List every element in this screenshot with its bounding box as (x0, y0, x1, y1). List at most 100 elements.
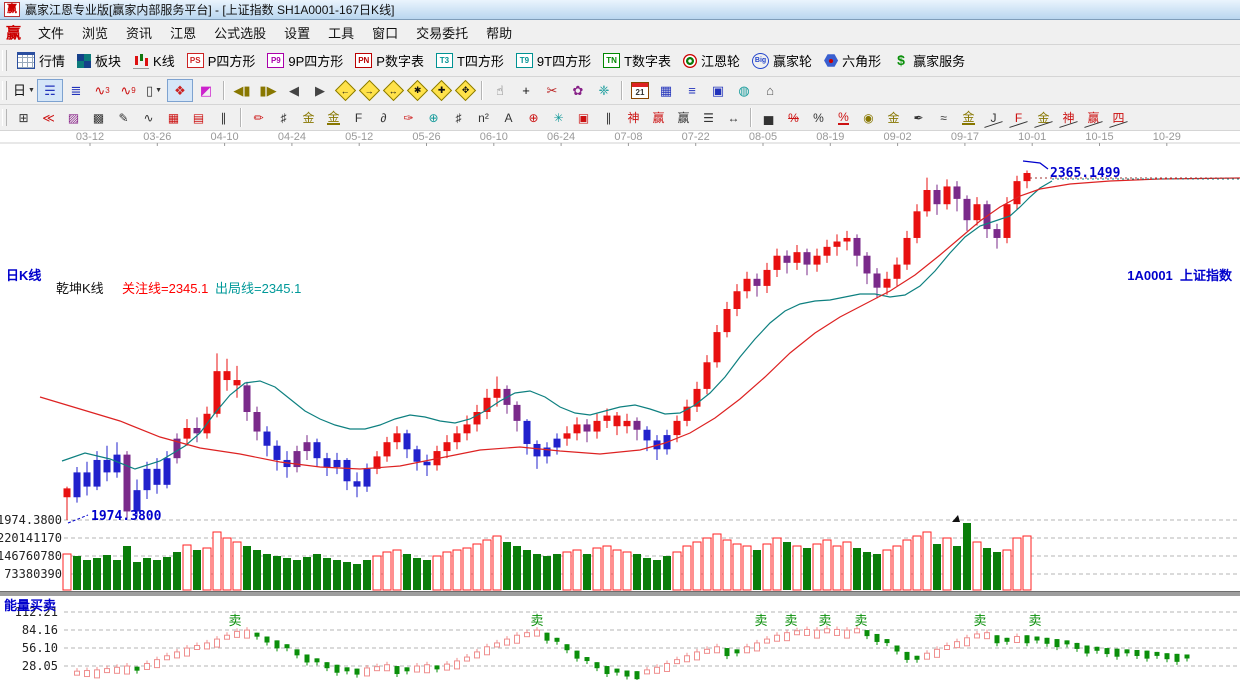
tool-tree-tool[interactable]: ✿ (565, 79, 591, 102)
toolbar-button-sectors[interactable]: 板块 (71, 48, 127, 73)
tool-box-tool[interactable]: ⊞ (11, 107, 36, 128)
tool-grid-purple[interactable]: ▨ (61, 107, 86, 128)
tool-gold-lines-2[interactable]: 金 (321, 107, 346, 128)
tool-pen-marks[interactable]: ✑ (396, 107, 421, 128)
tool-candle-type[interactable]: ▯ ▼ (141, 79, 167, 102)
toolbar-button-p-square[interactable]: PS P四方形 (181, 48, 262, 73)
pane-divider[interactable] (0, 591, 1240, 596)
tool-angle-j[interactable]: J (981, 107, 1006, 128)
toolbar-button-winner-wheel[interactable]: Big 赢家轮 (746, 48, 818, 73)
tool-pencil-line[interactable]: ✎ (111, 107, 136, 128)
tool-period-day[interactable]: 日 ▼ (11, 79, 37, 102)
tool-save[interactable]: ▣ (705, 79, 731, 102)
tool-pen-red[interactable]: ✏ (246, 107, 271, 128)
tool-shift-left[interactable]: ← (333, 79, 357, 102)
tool-pen-flag[interactable]: ✒ (906, 107, 931, 128)
tool-wave-9[interactable]: ∿ 9 (115, 79, 141, 102)
tool-remote[interactable]: ⌂ (757, 79, 783, 102)
tool-angle-gold[interactable]: 金 (1031, 107, 1056, 128)
toolbar-button-t-number-table[interactable]: TN T数字表 (597, 48, 677, 73)
tool-grid-red-2[interactable]: ▤ (186, 107, 211, 128)
tool-cut-tool[interactable]: ✂ (539, 79, 565, 102)
tool-angle-f[interactable]: F (1006, 107, 1031, 128)
tool-next[interactable]: ▶ (307, 79, 333, 102)
tool-chart-style[interactable]: ☴ (37, 79, 63, 102)
tool-percent-ul[interactable]: % (831, 107, 856, 128)
tool-qiankun-kline[interactable]: ❖ (167, 79, 193, 102)
tool-span-tool[interactable]: ↔ (721, 107, 746, 128)
tool-grid-red-1[interactable]: ▦ (161, 107, 186, 128)
tool-info-panel[interactable]: ≣ (63, 79, 89, 102)
tool-gold-line[interactable]: 金 (881, 107, 906, 128)
toolbar-button-9t-square[interactable]: T9 9T四方形 (510, 48, 597, 73)
tool-spiral[interactable]: ∂ (371, 107, 396, 128)
tool-last-page[interactable]: ▮▶ (255, 79, 281, 102)
tool-web-star[interactable]: ✳ (546, 107, 571, 128)
tool-angle-shen[interactable]: 神 (1056, 107, 1081, 128)
menu-item-0[interactable]: 文件 (29, 24, 73, 43)
tool-wave-3[interactable]: ∿ 3 (89, 79, 115, 102)
menu-item-2[interactable]: 资讯 (117, 24, 161, 43)
menu-item-5[interactable]: 设置 (275, 24, 319, 43)
tool-hash-lines[interactable]: ♯ (271, 107, 296, 128)
tool-compress-horizontal[interactable]: ✱ (405, 79, 429, 102)
tool-expand-horizontal[interactable]: ↔ (381, 79, 405, 102)
toolbar-button-winner-service[interactable]: $ 赢家服务 (887, 48, 971, 73)
tool-crosshair-tool[interactable]: + (513, 79, 539, 102)
tool-gold-circle[interactable]: ◉ (856, 107, 881, 128)
tool-ying-tool-2[interactable]: 赢 (671, 107, 696, 128)
tool-gold-ul[interactable]: 金 (956, 107, 981, 128)
tool-hand-tool[interactable]: ☝ (487, 79, 513, 102)
chart-region[interactable]: 03-12 03-26 04-10 04-24 05-12 05-26 06-10 06-24… (0, 131, 1240, 680)
tool-tick-marks[interactable]: ∥ (596, 107, 621, 128)
tool-circle-teal[interactable]: ⊕ (421, 107, 446, 128)
tool-notes[interactable]: ≡ (679, 79, 705, 102)
tool-grid-dark[interactable]: ▩ (86, 107, 111, 128)
menu-item-1[interactable]: 浏览 (73, 24, 117, 43)
navigation-toolbar: 日 ▼ ☴ ≣ ∿ 3 ∿ 9 ▯ ▼ ❖ ◩ ◀▮ ▮▶ ◀ ▶ ← → ↔ ✱ ✚ ✥ ☝ + ✂ ✿ ❈ 21 ▦ ≡ ▣ ◍ ⌂ (0, 77, 1240, 105)
toolbar-button-t-square[interactable]: T3 T四方形 (430, 48, 510, 73)
tool-wave-grid[interactable]: ≈ (931, 107, 956, 128)
tool-gold-lines[interactable]: 金 (296, 107, 321, 128)
tool-n-squared[interactable]: n² (471, 107, 496, 128)
tool-grid-circle[interactable]: ▣ (571, 107, 596, 128)
toolbar-button-hexagon[interactable]: 六角形 (818, 48, 887, 73)
toolbar-button-gann-wheel[interactable]: 江恩轮 (677, 48, 746, 73)
tool-first-page[interactable]: ◀▮ (229, 79, 255, 102)
tool-bars-tool[interactable]: ▅ (756, 107, 781, 128)
tool-export[interactable]: ◍ (731, 79, 757, 102)
tool-expand-all[interactable]: ✥ (453, 79, 477, 102)
tool-zigzag[interactable]: ∿ (136, 107, 161, 128)
tool-percent[interactable]: % (806, 107, 831, 128)
tool-shift-right[interactable]: → (357, 79, 381, 102)
tool-fibonacci[interactable]: F (346, 107, 371, 128)
tool-parallel-lines[interactable]: ∥ (211, 107, 236, 128)
tool-calendar[interactable]: 21 (627, 79, 653, 102)
menu-item-3[interactable]: 江恩 (161, 24, 205, 43)
tool-angle-ying[interactable]: 赢 (1081, 107, 1106, 128)
tool-color-chart[interactable]: ◩ (193, 79, 219, 102)
tool-percent-strike[interactable]: % (781, 107, 806, 128)
tool-hash-2[interactable]: ♯ (446, 107, 471, 128)
menu-item-6[interactable]: 工具 (319, 24, 363, 43)
menu-item-8[interactable]: 交易委托 (407, 24, 477, 43)
menu-item-7[interactable]: 窗口 (363, 24, 407, 43)
menu-item-9[interactable]: 帮助 (477, 24, 521, 43)
tool-ying-tool[interactable]: 赢 (646, 107, 671, 128)
tool-calculator[interactable]: ▦ (653, 79, 679, 102)
toolbar-button-quotes[interactable]: 行情 (11, 48, 71, 73)
tool-compress-all[interactable]: ✚ (429, 79, 453, 102)
menu-item-4[interactable]: 公式选股 (205, 24, 275, 43)
tool-angle-si[interactable]: 四 (1106, 107, 1131, 128)
tool-web-tool[interactable]: ❈ (591, 79, 617, 102)
tool-fan-red[interactable]: ≪ (36, 107, 61, 128)
toolbar-button-kline[interactable]: K线 (127, 48, 181, 73)
tool-ruler[interactable]: ☰ (696, 107, 721, 128)
tool-a-line[interactable]: A (496, 107, 521, 128)
tool-shen-tool[interactable]: 神 (621, 107, 646, 128)
kline-chart-canvas[interactable]: 03-12 03-26 04-10 04-24 05-12 05-26 06-10 06-24… (0, 131, 1240, 680)
toolbar-button-p-number-table[interactable]: PN P数字表 (349, 48, 430, 73)
tool-circle-red[interactable]: ⊕ (521, 107, 546, 128)
tool-prev[interactable]: ◀ (281, 79, 307, 102)
toolbar-button-9p-square[interactable]: P9 9P四方形 (261, 48, 349, 73)
